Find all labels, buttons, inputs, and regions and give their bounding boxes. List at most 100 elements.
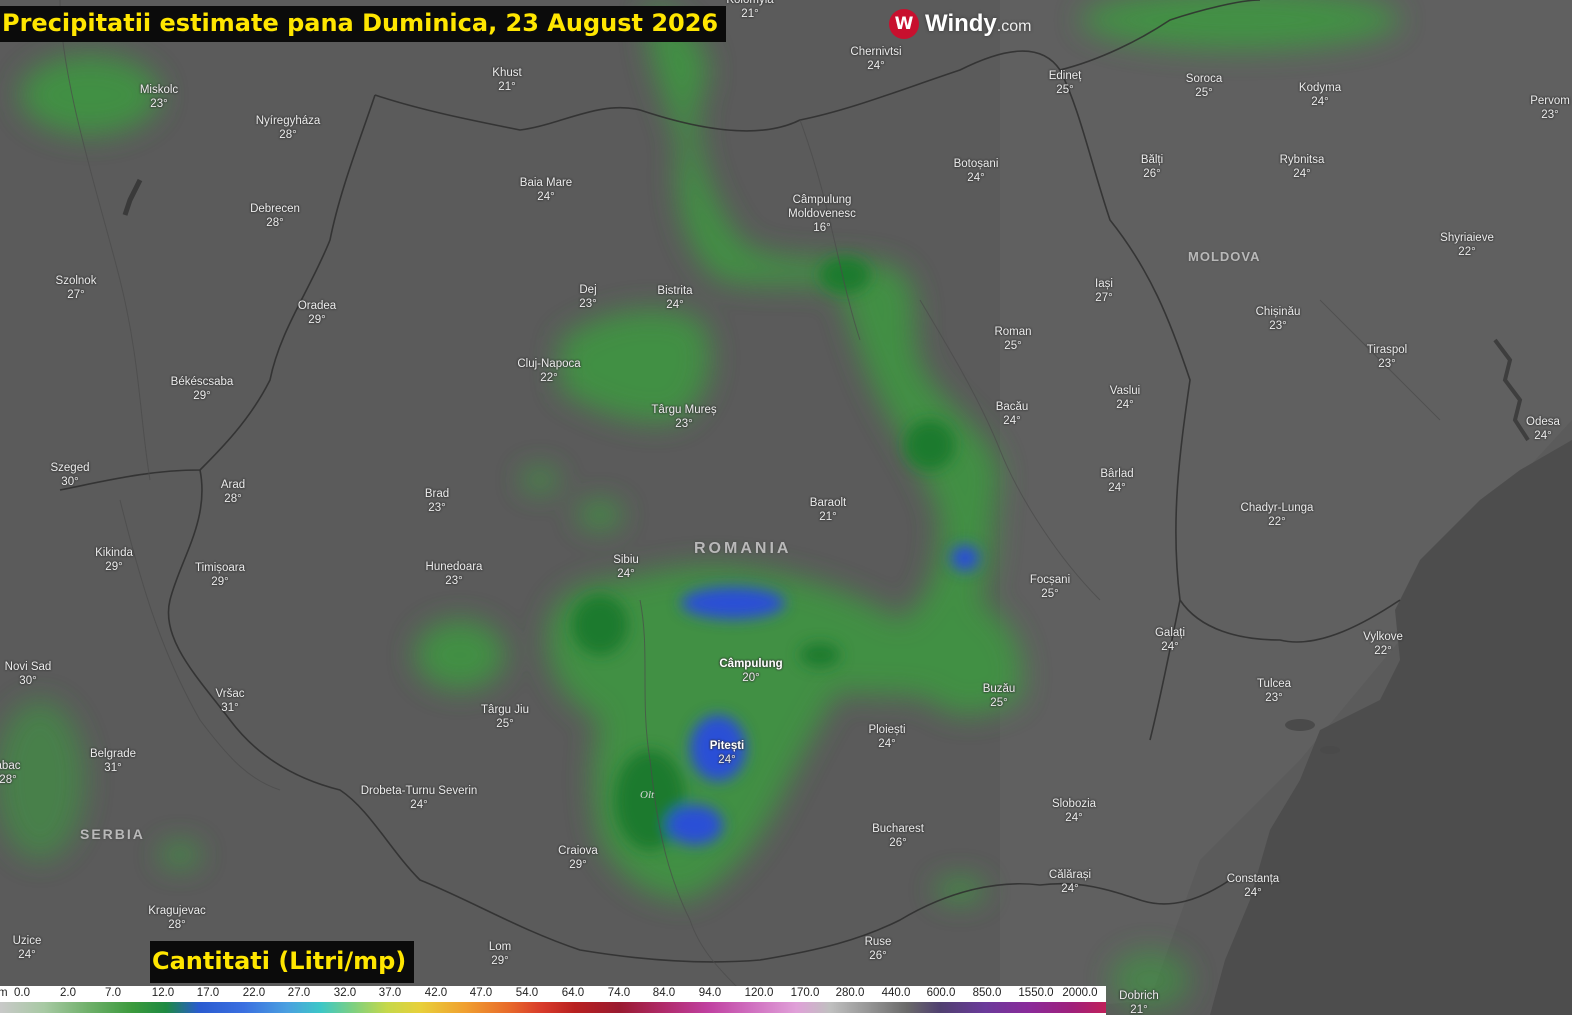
city-temperature: 23° — [675, 418, 693, 430]
city-label[interactable]: Belgrade 31° — [90, 747, 136, 775]
precipitation-map[interactable]: Kolomyia 21° Chernivtsi 24° Edineț 25° Soroca 2… — [0, 0, 1572, 1015]
city-label[interactable]: Bistrita 24° — [657, 284, 692, 312]
city-label[interactable]: Khust 21° — [492, 66, 521, 94]
city-label[interactable]: Oradea 29° — [298, 299, 336, 327]
city-label[interactable]: Baraolt 21° — [810, 496, 846, 524]
city-label[interactable]: Arad 28° — [221, 478, 245, 506]
city-label[interactable]: Kikinda 29° — [95, 546, 133, 574]
city-label[interactable]: Vršac 31° — [216, 687, 245, 715]
city-label[interactable]: Bârlad 24° — [1100, 467, 1133, 495]
city-label[interactable]: Galați 24° — [1155, 626, 1185, 654]
city-label[interactable]: Dej 23° — [579, 283, 596, 311]
city-label[interactable]: Kodyma 24° — [1299, 81, 1341, 109]
city-temperature: 26° — [869, 950, 887, 962]
city-name: Baraolt — [809, 497, 847, 509]
city-label[interactable]: Botoșani 24° — [954, 157, 999, 185]
city-name: Khust — [492, 67, 522, 79]
city-label[interactable]: Câmpulung Moldovenesc 16° — [788, 193, 856, 235]
city-label[interactable]: Hunedoara 23° — [426, 560, 483, 588]
city-label[interactable]: Edineț 25° — [1049, 69, 1082, 97]
city-temperature: 23° — [1269, 320, 1287, 332]
city-name: Rybnitsa — [1279, 154, 1325, 166]
windy-logo-icon: W — [889, 9, 919, 39]
scale-gradient-bar — [0, 1002, 1106, 1013]
city-label[interactable]: Debrecen 28° — [250, 202, 300, 230]
city-label[interactable]: Lom 29° — [489, 940, 511, 968]
city-label[interactable]: Cluj-Napoca 22° — [517, 357, 580, 385]
city-temperature: 26° — [1143, 168, 1161, 180]
city-temperature: 21° — [819, 511, 837, 523]
city-label[interactable]: Constanța 24° — [1227, 872, 1279, 900]
city-label[interactable]: Uzice 24° — [13, 934, 42, 962]
city-label[interactable]: Pitești 24° — [710, 739, 745, 767]
city-temperature: 27° — [1095, 292, 1113, 304]
city-label[interactable]: Pervom 23° — [1530, 94, 1570, 122]
city-name: Nyíregyháza — [255, 115, 321, 127]
city-name: Bârlad — [1100, 468, 1134, 480]
city-label[interactable]: Călărași 24° — [1049, 868, 1091, 896]
city-label[interactable]: Brad 23° — [425, 487, 449, 515]
city-label[interactable]: Chadyr-Lunga 22° — [1241, 501, 1314, 529]
city-label[interactable]: Slobozia 24° — [1052, 797, 1096, 825]
city-label[interactable]: Dobrich 21° — [1119, 989, 1159, 1015]
city-label[interactable]: Chișinău 23° — [1256, 305, 1301, 333]
city-temperature: 24° — [1108, 482, 1126, 494]
city-label[interactable]: abac 28° — [0, 759, 20, 787]
city-label[interactable]: Focșani 25° — [1030, 573, 1070, 601]
city-label[interactable]: Tiraspol 23° — [1367, 343, 1407, 371]
scale-tick-label: 64.0 — [561, 987, 585, 999]
city-label[interactable]: Bucharest 26° — [872, 822, 924, 850]
country-label-serbia: SERBIA — [80, 826, 145, 842]
city-label[interactable]: Roman 25° — [994, 325, 1031, 353]
city-temperature: 22° — [1374, 645, 1392, 657]
city-label[interactable]: Craiova 29° — [558, 844, 598, 872]
scale-tick-label: 1550.0 — [1018, 987, 1054, 999]
city-label[interactable]: Tulcea 23° — [1257, 677, 1291, 705]
city-temperature: 23° — [1541, 109, 1559, 121]
city-name: Chișinău — [1255, 306, 1301, 318]
city-label[interactable]: Ploiești 24° — [868, 723, 905, 751]
city-label[interactable]: Iași 27° — [1095, 277, 1113, 305]
city-label[interactable]: Soroca 25° — [1186, 72, 1222, 100]
city-temperature: 29° — [569, 859, 587, 871]
city-label[interactable]: Békéscsaba 29° — [171, 375, 234, 403]
city-label[interactable]: Buzău 25° — [983, 682, 1016, 710]
city-name: Kodyma — [1298, 82, 1342, 94]
scale-tick-label: 22.0 — [242, 987, 266, 999]
city-label[interactable]: Shyriaieve 22° — [1440, 231, 1494, 259]
scale-tick-label: 120.0 — [744, 987, 774, 999]
color-scale[interactable]: m 0.0 2.0 7.0 12.0 17.0 22.0 27.0 32.0 37.0 42.0 4… — [0, 986, 1106, 1015]
scale-labels: 0.0 2.0 7.0 12.0 17.0 22.0 27.0 32.0 37.0 42.0 47.… — [0, 986, 1106, 1001]
city-name: Câmpulung — [792, 194, 852, 206]
city-label[interactable]: Târgu Jiu 25° — [481, 703, 529, 731]
city-label[interactable]: Drobeta-Turnu Severin 24° — [361, 784, 478, 812]
city-label[interactable]: Szolnok 27° — [56, 274, 97, 302]
scale-tick-label: 74.0 — [607, 987, 631, 999]
city-label[interactable]: Miskolc 23° — [140, 83, 178, 111]
city-label[interactable]: Câmpulung 20° — [719, 657, 782, 685]
city-label[interactable]: Vylkove 22° — [1363, 630, 1403, 658]
city-name: Craiova — [558, 845, 598, 857]
city-label[interactable]: Rybnitsa 24° — [1280, 153, 1325, 181]
city-label[interactable]: Chernivtsi 24° — [850, 45, 901, 73]
city-label[interactable]: Novi Sad 30° — [5, 660, 52, 688]
city-label[interactable]: Bacău 24° — [996, 400, 1029, 428]
city-temperature: 22° — [540, 372, 558, 384]
city-label[interactable]: Bălți 26° — [1141, 153, 1163, 181]
city-label[interactable]: Baia Mare 24° — [520, 176, 572, 204]
city-label[interactable]: Ruse 26° — [865, 935, 892, 963]
city-name: Slobozia — [1051, 798, 1097, 810]
city-label[interactable]: Sibiu 24° — [613, 553, 639, 581]
city-label[interactable]: Nyíregyháza 28° — [256, 114, 321, 142]
city-name: Ruse — [864, 936, 892, 948]
city-label[interactable]: Kolomyia 21° — [726, 0, 773, 21]
city-label[interactable]: Kragujevac 28° — [148, 904, 206, 932]
city-label[interactable]: Odesa 24° — [1526, 415, 1560, 443]
city-label[interactable]: Timișoara 29° — [195, 561, 245, 589]
city-label[interactable]: Târgu Mureș 23° — [651, 403, 716, 431]
city-name: Târgu Jiu — [481, 704, 529, 716]
city-label[interactable]: Szeged 30° — [50, 461, 89, 489]
city-label[interactable]: Vaslui 24° — [1110, 384, 1140, 412]
windy-logo[interactable]: W Windy .com — [889, 9, 1031, 39]
city-name: Cluj-Napoca — [517, 358, 581, 370]
